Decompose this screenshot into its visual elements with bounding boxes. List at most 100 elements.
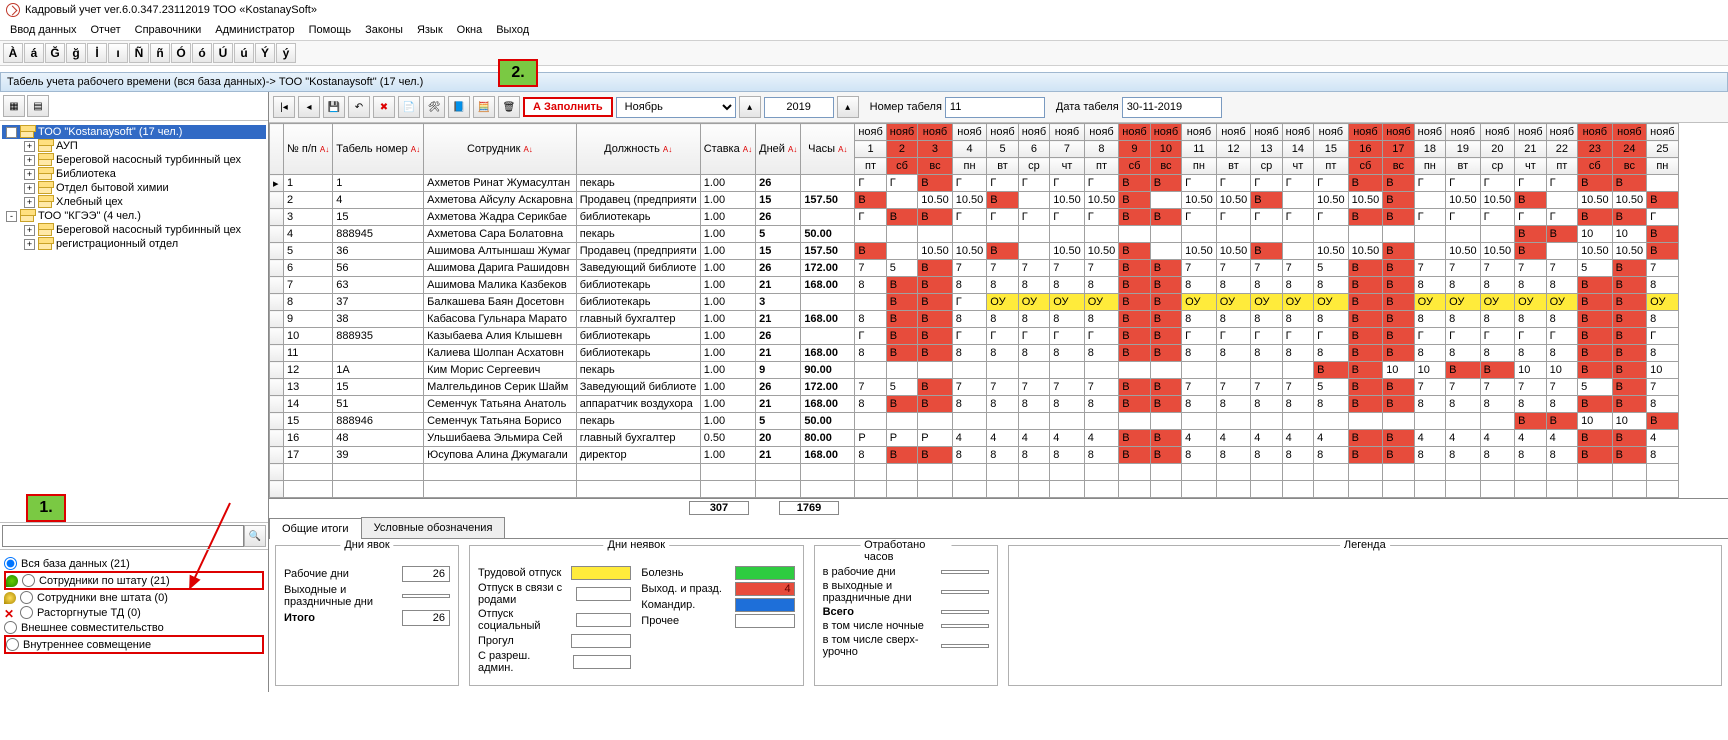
day-cell[interactable] (1414, 243, 1445, 260)
day-cell[interactable]: В (1578, 345, 1613, 362)
day-cell[interactable] (1251, 226, 1282, 243)
day-cell[interactable]: 8 (1647, 396, 1678, 413)
day-cell[interactable]: 8 (1084, 396, 1119, 413)
day-cell[interactable] (1084, 413, 1119, 430)
day-cell[interactable]: В (1150, 328, 1181, 345)
day-cell[interactable]: Г (1282, 209, 1313, 226)
day-cell[interactable]: В (886, 328, 917, 345)
day-cell[interactable]: В (1546, 226, 1577, 243)
day-cell[interactable]: В (886, 345, 917, 362)
day-header[interactable]: нояб (1546, 124, 1577, 141)
day-cell[interactable]: Г (1314, 209, 1349, 226)
day-cell[interactable]: 7 (1647, 379, 1678, 396)
day-cell[interactable] (1050, 226, 1085, 243)
day-cell[interactable]: 8 (1480, 447, 1515, 464)
day-cell[interactable]: ОУ (1050, 294, 1085, 311)
day-cell[interactable]: 7 (1446, 260, 1481, 277)
day-cell[interactable]: 8 (1314, 447, 1349, 464)
day-cell[interactable]: 8 (1084, 345, 1119, 362)
day-cell[interactable]: Г (952, 294, 987, 311)
day-cell[interactable]: Г (1182, 175, 1217, 192)
day-cell[interactable]: 8 (987, 311, 1018, 328)
day-cell[interactable]: 4 (1251, 430, 1282, 447)
day-cell[interactable]: В (1383, 277, 1414, 294)
day-cell[interactable]: ОУ (1282, 294, 1313, 311)
day-cell[interactable]: 10 (1578, 226, 1613, 243)
day-cell[interactable]: 8 (1314, 311, 1349, 328)
day-cell[interactable]: В (886, 311, 917, 328)
day-cell[interactable]: 4 (1546, 430, 1577, 447)
day-cell[interactable]: 7 (1515, 379, 1546, 396)
day-cell[interactable]: В (1612, 277, 1647, 294)
day-cell[interactable] (1282, 362, 1313, 379)
day-cell[interactable] (1084, 226, 1119, 243)
day-cell[interactable]: 4 (1084, 430, 1119, 447)
day-cell[interactable]: В (918, 277, 953, 294)
tree-node[interactable]: +АУП (2, 139, 266, 153)
day-cell[interactable] (1414, 413, 1445, 430)
tree-node[interactable]: -ТОО "КГЭЭ" (4 чел.) (2, 209, 266, 223)
menu-Язык[interactable]: Язык (411, 22, 449, 38)
day-cell[interactable]: 10.50 (1050, 243, 1085, 260)
day-cell[interactable]: В (1612, 379, 1647, 396)
day-cell[interactable]: В (1150, 396, 1181, 413)
day-cell[interactable] (1446, 226, 1481, 243)
day-cell[interactable] (1084, 362, 1119, 379)
day-cell[interactable]: В (1119, 447, 1150, 464)
day-cell[interactable]: В (1348, 277, 1383, 294)
tree-node[interactable]: -ТОО "Kostanaysoft" (17 чел.) (2, 125, 266, 139)
day-cell[interactable]: В (1383, 175, 1414, 192)
menu-Справочники[interactable]: Справочники (129, 22, 208, 38)
day-cell[interactable]: В (1150, 379, 1181, 396)
undo-button[interactable]: ↶ (348, 96, 370, 118)
day-cell[interactable]: В (1383, 345, 1414, 362)
day-cell[interactable]: Г (1647, 328, 1678, 345)
day-cell[interactable]: В (1515, 226, 1546, 243)
day-cell[interactable]: Г (1414, 175, 1445, 192)
day-cell[interactable]: В (886, 277, 917, 294)
day-cell[interactable]: Г (987, 209, 1018, 226)
day-cell[interactable]: 7 (1182, 260, 1217, 277)
accent-char[interactable]: İ (87, 43, 107, 63)
day-header[interactable]: нояб (918, 124, 953, 141)
day-cell[interactable]: 10.50 (1216, 243, 1251, 260)
day-header[interactable]: нояб (952, 124, 987, 141)
table-row[interactable]: 1739Юсупова Алина Джумагалидиректор1.002… (270, 447, 1679, 464)
day-header[interactable]: нояб (855, 124, 886, 141)
day-cell[interactable]: 8 (987, 345, 1018, 362)
day-cell[interactable] (855, 413, 886, 430)
day-cell[interactable]: В (918, 209, 953, 226)
day-cell[interactable]: В (1647, 243, 1678, 260)
day-cell[interactable]: Г (1446, 175, 1481, 192)
day-cell[interactable]: 7 (1546, 379, 1577, 396)
day-cell[interactable]: 10.50 (1182, 243, 1217, 260)
day-cell[interactable] (1182, 413, 1217, 430)
day-cell[interactable]: В (1578, 175, 1613, 192)
day-header[interactable]: нояб (1251, 124, 1282, 141)
day-cell[interactable]: В (1480, 362, 1515, 379)
book-button[interactable]: 📘 (448, 96, 470, 118)
day-cell[interactable]: В (1383, 294, 1414, 311)
day-cell[interactable]: Г (1216, 175, 1251, 192)
day-cell[interactable]: В (1383, 260, 1414, 277)
table-row[interactable]: 4888945Ахметова Сара Болатовнапекарь1.00… (270, 226, 1679, 243)
day-cell[interactable]: 7 (1647, 260, 1678, 277)
day-cell[interactable]: 8 (1050, 277, 1085, 294)
day-header[interactable]: нояб (1282, 124, 1313, 141)
table-row[interactable]: 121АКим Морис Сергеевичпекарь1.00990.00В… (270, 362, 1679, 379)
day-cell[interactable]: 10.50 (1348, 243, 1383, 260)
day-cell[interactable]: 7 (1216, 260, 1251, 277)
tabel-num-input[interactable] (945, 97, 1045, 118)
day-cell[interactable]: ОУ (1414, 294, 1445, 311)
tree-expander[interactable]: + (24, 183, 35, 194)
accent-char[interactable]: Ğ (45, 43, 65, 63)
day-cell[interactable] (1414, 192, 1445, 209)
day-cell[interactable]: В (1612, 209, 1647, 226)
day-cell[interactable] (1018, 226, 1049, 243)
day-cell[interactable]: Г (855, 209, 886, 226)
col-header[interactable]: Дней А↓ (756, 124, 801, 175)
day-cell[interactable] (1546, 243, 1577, 260)
day-cell[interactable]: В (1578, 209, 1613, 226)
day-cell[interactable]: В (918, 260, 953, 277)
day-cell[interactable]: ОУ (1251, 294, 1282, 311)
